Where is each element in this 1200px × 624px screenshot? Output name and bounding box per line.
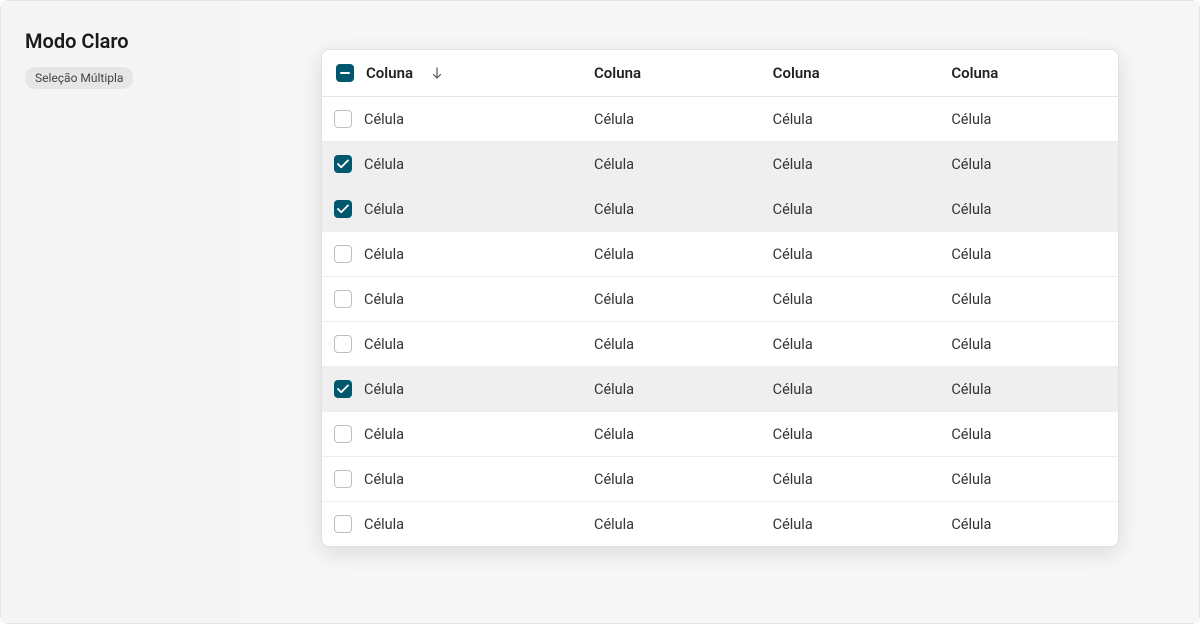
- table-cell: Célula: [322, 367, 582, 412]
- table-row[interactable]: CélulaCélulaCélulaCélula: [322, 97, 1118, 142]
- table-cell: Célula: [761, 322, 940, 367]
- table-cell: Célula: [322, 412, 582, 457]
- table-cell: Célula: [939, 412, 1118, 457]
- table-row[interactable]: CélulaCélulaCélulaCélula: [322, 187, 1118, 232]
- table-cell: Célula: [761, 277, 940, 322]
- mode-chip[interactable]: Seleção Múltipla: [25, 67, 133, 89]
- table-cell: Célula: [582, 142, 761, 187]
- table-cell: Célula: [761, 502, 940, 547]
- table-cell: Célula: [761, 142, 940, 187]
- table-cell: Célula: [939, 142, 1118, 187]
- table-cell: Célula: [582, 367, 761, 412]
- main-content: Coluna Coluna Coluna Coluna CélulaCélula…: [241, 1, 1199, 623]
- table-cell: Célula: [939, 457, 1118, 502]
- table-cell: Célula: [322, 322, 582, 367]
- table-cell: Célula: [939, 502, 1118, 547]
- column-header[interactable]: Coluna: [322, 50, 582, 97]
- table-cell: Célula: [582, 457, 761, 502]
- table-row[interactable]: CélulaCélulaCélulaCélula: [322, 142, 1118, 187]
- table-cell: Célula: [939, 187, 1118, 232]
- table-cell: Célula: [761, 232, 940, 277]
- table-cell: Célula: [939, 232, 1118, 277]
- table-cell: Célula: [582, 412, 761, 457]
- row-checkbox[interactable]: [334, 515, 352, 533]
- cell-text: Célula: [364, 111, 404, 128]
- row-checkbox[interactable]: [334, 470, 352, 488]
- table-cell: Célula: [582, 97, 761, 142]
- column-header-label: Coluna: [366, 64, 413, 82]
- table-cell: Célula: [582, 187, 761, 232]
- row-checkbox[interactable]: [334, 110, 352, 128]
- table-cell: Célula: [761, 97, 940, 142]
- table-cell: Célula: [582, 277, 761, 322]
- cell-text: Célula: [364, 471, 404, 488]
- sort-desc-icon[interactable]: [431, 67, 443, 79]
- table-cell: Célula: [582, 502, 761, 547]
- table-row[interactable]: CélulaCélulaCélulaCélula: [322, 457, 1118, 502]
- cell-text: Célula: [364, 336, 404, 353]
- table-row[interactable]: CélulaCélulaCélulaCélula: [322, 367, 1118, 412]
- table-cell: Célula: [761, 367, 940, 412]
- table-header-row: Coluna Coluna Coluna Coluna: [322, 50, 1118, 97]
- column-header[interactable]: Coluna: [939, 50, 1118, 97]
- cell-text: Célula: [364, 156, 404, 173]
- table-card: Coluna Coluna Coluna Coluna CélulaCélula…: [321, 49, 1119, 547]
- cell-text: Célula: [364, 516, 404, 533]
- table-cell: Célula: [582, 322, 761, 367]
- table-cell: Célula: [939, 322, 1118, 367]
- cell-text: Célula: [364, 291, 404, 308]
- table-cell: Célula: [322, 142, 582, 187]
- table-cell: Célula: [322, 277, 582, 322]
- row-checkbox[interactable]: [334, 335, 352, 353]
- cell-text: Célula: [364, 201, 404, 218]
- sidebar: Modo Claro Seleção Múltipla: [1, 1, 241, 623]
- table-row[interactable]: CélulaCélulaCélulaCélula: [322, 502, 1118, 547]
- row-checkbox[interactable]: [334, 425, 352, 443]
- table-cell: Célula: [939, 97, 1118, 142]
- cell-text: Célula: [364, 381, 404, 398]
- table-cell: Célula: [582, 232, 761, 277]
- table-cell: Célula: [322, 187, 582, 232]
- table-cell: Célula: [761, 457, 940, 502]
- data-table: Coluna Coluna Coluna Coluna CélulaCélula…: [322, 50, 1118, 546]
- table-cell: Célula: [939, 367, 1118, 412]
- table-cell: Célula: [322, 97, 582, 142]
- page-title: Modo Claro: [25, 29, 217, 53]
- row-checkbox[interactable]: [334, 200, 352, 218]
- table-row[interactable]: CélulaCélulaCélulaCélula: [322, 232, 1118, 277]
- row-checkbox[interactable]: [334, 245, 352, 263]
- table-row[interactable]: CélulaCélulaCélulaCélula: [322, 277, 1118, 322]
- app-frame: Modo Claro Seleção Múltipla Coluna: [0, 0, 1200, 624]
- table-row[interactable]: CélulaCélulaCélulaCélula: [322, 322, 1118, 367]
- column-header-label: Coluna: [951, 64, 998, 82]
- row-checkbox[interactable]: [334, 380, 352, 398]
- column-header-label: Coluna: [773, 64, 820, 82]
- column-header-label: Coluna: [594, 64, 641, 82]
- table-cell: Célula: [322, 502, 582, 547]
- table-cell: Célula: [322, 232, 582, 277]
- table-cell: Célula: [761, 412, 940, 457]
- table-cell: Célula: [939, 277, 1118, 322]
- table-cell: Célula: [322, 457, 582, 502]
- cell-text: Célula: [364, 426, 404, 443]
- select-all-checkbox[interactable]: [336, 64, 354, 82]
- row-checkbox[interactable]: [334, 155, 352, 173]
- row-checkbox[interactable]: [334, 290, 352, 308]
- column-header[interactable]: Coluna: [761, 50, 940, 97]
- column-header[interactable]: Coluna: [582, 50, 761, 97]
- table-row[interactable]: CélulaCélulaCélulaCélula: [322, 412, 1118, 457]
- cell-text: Célula: [364, 246, 404, 263]
- table-cell: Célula: [761, 187, 940, 232]
